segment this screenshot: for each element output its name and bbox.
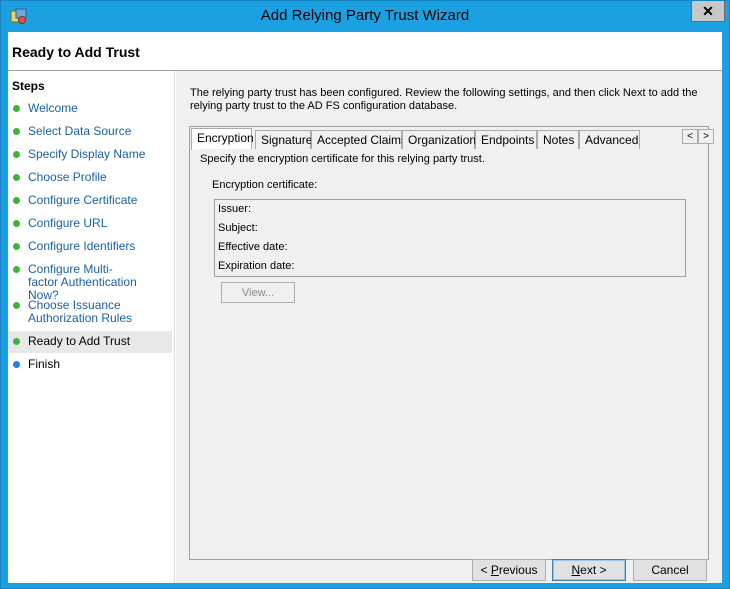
- tab-advanced[interactable]: Advanced: [579, 130, 640, 149]
- cancel-button[interactable]: Cancel: [633, 559, 707, 581]
- step-label: Configure Multi-factor Authentication No…: [28, 262, 137, 302]
- step-finish: Finish: [8, 358, 172, 371]
- tab-endpoints[interactable]: Endpoints: [475, 130, 537, 149]
- page-title: Ready to Add Trust: [12, 44, 140, 60]
- encryption-certificate-label: Encryption certificate:: [212, 179, 318, 191]
- next-button[interactable]: Next >: [552, 559, 626, 581]
- content-pane: The relying party trust has been configu…: [176, 71, 722, 583]
- step-complete-dot-icon: [13, 220, 20, 227]
- step-complete-dot-icon: [13, 128, 20, 135]
- step-configure-multi-factor[interactable]: Configure Multi-factor Authentication No…: [8, 263, 138, 302]
- step-configure-identifiers[interactable]: Configure Identifiers: [8, 240, 172, 253]
- title-bar[interactable]: Add Relying Party Trust Wizard ✕: [1, 1, 729, 32]
- step-configure-url[interactable]: Configure URL: [8, 217, 172, 230]
- step-welcome[interactable]: Welcome: [8, 102, 172, 115]
- step-label: Select Data Source: [28, 124, 132, 138]
- tab-accepted-claims[interactable]: Accepted Claims: [311, 130, 407, 149]
- chevron-right-icon: >: [703, 131, 709, 142]
- page-header: Ready to Add Trust: [8, 32, 722, 70]
- wizard-client-area: Ready to Add Trust Steps Welcome Select …: [8, 32, 722, 583]
- next-button-accelerator: N: [571, 563, 581, 577]
- previous-button-prefix: <: [480, 563, 491, 577]
- field-label: Subject:: [218, 222, 258, 234]
- step-configure-certificate[interactable]: Configure Certificate: [8, 194, 172, 207]
- step-label: Choose Profile: [28, 170, 107, 184]
- previous-button-rest: revious: [498, 563, 538, 577]
- step-choose-issuance-rules[interactable]: Choose Issuance Authorization Rules: [8, 299, 138, 325]
- step-complete-dot-icon: [13, 105, 20, 112]
- field-label: Expiration date:: [218, 260, 295, 272]
- steps-heading: Steps: [12, 79, 45, 93]
- wizard-window: Add Relying Party Trust Wizard ✕ Ready t…: [0, 0, 730, 589]
- step-complete-dot-icon: [13, 302, 20, 309]
- tab-encryption[interactable]: Encryption: [191, 128, 254, 150]
- close-icon: ✕: [702, 2, 714, 19]
- certificate-expiration-date-row: Expiration date:: [218, 257, 678, 276]
- step-label: Specify Display Name: [28, 147, 146, 161]
- window-title: Add Relying Party Trust Wizard: [260, 7, 470, 24]
- tab-scroll-right-button[interactable]: >: [698, 129, 714, 144]
- step-specify-display-name[interactable]: Specify Display Name: [8, 148, 172, 161]
- certificate-effective-date-row: Effective date:: [218, 238, 678, 257]
- tab-notes[interactable]: Notes: [537, 130, 579, 149]
- certificate-issuer-row: Issuer:: [218, 200, 678, 219]
- step-pending-dot-icon: [13, 361, 20, 368]
- close-button[interactable]: ✕: [691, 1, 725, 22]
- step-label: Configure Certificate: [28, 193, 138, 207]
- chevron-left-icon: <: [687, 131, 693, 142]
- tab-scroll-left-button[interactable]: <: [682, 129, 698, 144]
- previous-button-accelerator: P: [490, 563, 499, 577]
- step-complete-dot-icon: [13, 266, 20, 273]
- step-complete-dot-icon: [13, 151, 20, 158]
- step-complete-dot-icon: [13, 338, 20, 345]
- step-complete-dot-icon: [13, 243, 20, 250]
- field-label: Effective date:: [218, 241, 288, 253]
- view-certificate-button[interactable]: View...: [221, 282, 295, 303]
- tab-signature[interactable]: Signature: [255, 130, 312, 149]
- step-choose-profile[interactable]: Choose Profile: [8, 171, 172, 184]
- tab-organization[interactable]: Organization: [402, 130, 476, 149]
- field-label: Issuer:: [218, 203, 252, 215]
- step-complete-dot-icon: [13, 174, 20, 181]
- step-label: Choose Issuance Authorization Rules: [28, 298, 133, 325]
- steps-pane: Steps Welcome Select Data Source Specify…: [8, 71, 175, 583]
- step-ready-to-add-trust[interactable]: Ready to Add Trust: [8, 331, 172, 353]
- step-label: Finish: [28, 357, 61, 371]
- step-label: Configure Identifiers: [28, 239, 136, 253]
- previous-button[interactable]: < Previous: [472, 559, 546, 581]
- step-select-data-source[interactable]: Select Data Source: [8, 125, 172, 138]
- encryption-description: Specify the encryption certificate for t…: [200, 153, 485, 165]
- step-label: Welcome: [28, 101, 78, 115]
- certificate-subject-row: Subject:: [218, 219, 678, 238]
- step-label: Ready to Add Trust: [28, 334, 131, 348]
- encryption-tab-panel: Specify the encryption certificate for t…: [193, 149, 705, 557]
- next-button-rest: ext >: [580, 563, 607, 577]
- step-complete-dot-icon: [13, 197, 20, 204]
- intro-text: The relying party trust has been configu…: [190, 87, 698, 112]
- step-label: Configure URL: [28, 216, 108, 230]
- certificate-details-box: Issuer: Subject: Effective date: Expirat…: [214, 199, 686, 277]
